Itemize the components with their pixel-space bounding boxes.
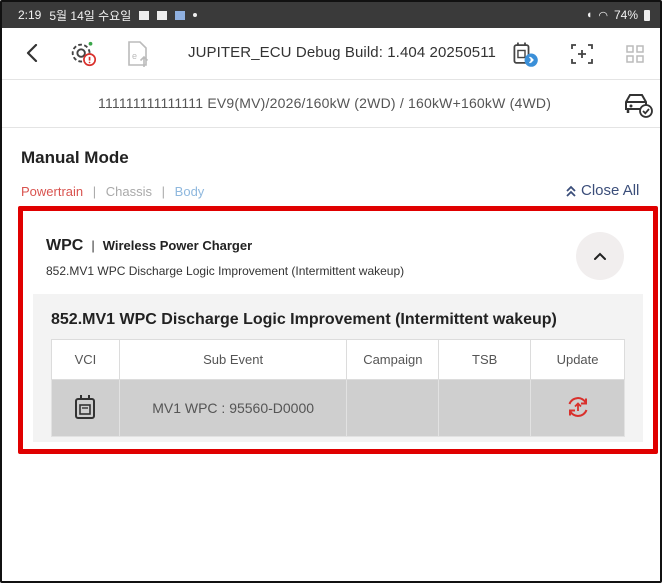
app-title: JUPITER_ECU Debug Build: 1.404 20250511	[188, 44, 496, 61]
status-time: 2:19	[18, 8, 42, 22]
svg-text:e: e	[132, 51, 137, 61]
vehicle-check-button[interactable]	[622, 91, 654, 124]
grid-menu-icon	[626, 45, 644, 63]
gallery-icon	[157, 10, 168, 20]
more-notifications-icon	[193, 13, 198, 17]
vehicle-info: 111111111111111 EV9(MV)/2026/160kW (2WD)…	[98, 95, 552, 111]
back-button[interactable]	[20, 40, 44, 66]
back-icon	[26, 44, 38, 62]
manual-mode-title: Manual Mode	[21, 148, 129, 167]
status-date: 5월 14일 수요일	[49, 8, 132, 23]
grid-menu-button[interactable]	[620, 39, 650, 69]
double-chevron-up-icon	[566, 185, 576, 197]
battery-icon	[644, 9, 650, 21]
vci-connection-button[interactable]	[510, 39, 540, 69]
export-button[interactable]: e	[124, 39, 154, 69]
mute-icon: ◖	[585, 9, 593, 21]
close-all-button[interactable]: Close All	[565, 182, 639, 199]
system-tabs: Powertrain | Chassis | Body	[21, 184, 204, 199]
tab-separator: |	[92, 184, 97, 199]
app-frame: 2:19 5월 14일 수요일 ◖ ◠ 74% e JUPITER_ECU De…	[0, 0, 662, 583]
vehicle-check-icon	[625, 94, 653, 118]
add-screen-icon	[571, 44, 593, 64]
app-notification-icon	[175, 10, 186, 20]
status-bar: 2:19 5월 14일 수요일 ◖ ◠ 74%	[2, 2, 660, 28]
tab-powertrain[interactable]: Powertrain	[21, 184, 83, 199]
vehicle-info-row: 111111111111111 EV9(MV)/2026/160kW (2WD)…	[2, 80, 660, 128]
wifi-icon: ◠	[598, 9, 608, 22]
app-bar: e JUPITER_ECU Debug Build: 1.404 2025051…	[2, 28, 660, 80]
diagnostic-gear-icon	[71, 41, 97, 67]
battery-level: 74%	[613, 8, 638, 22]
close-all-label: Close All	[581, 182, 640, 199]
diagnostic-button[interactable]	[68, 39, 98, 69]
notification-icon	[139, 10, 150, 20]
export-file-icon: e	[128, 41, 149, 67]
tab-body[interactable]: Body	[175, 184, 205, 199]
tab-chassis[interactable]: Chassis	[106, 184, 152, 199]
tab-separator: |	[161, 184, 166, 199]
highlight-box	[18, 206, 658, 454]
add-screen-button[interactable]	[567, 39, 597, 69]
vci-bluetooth-icon	[513, 42, 538, 67]
